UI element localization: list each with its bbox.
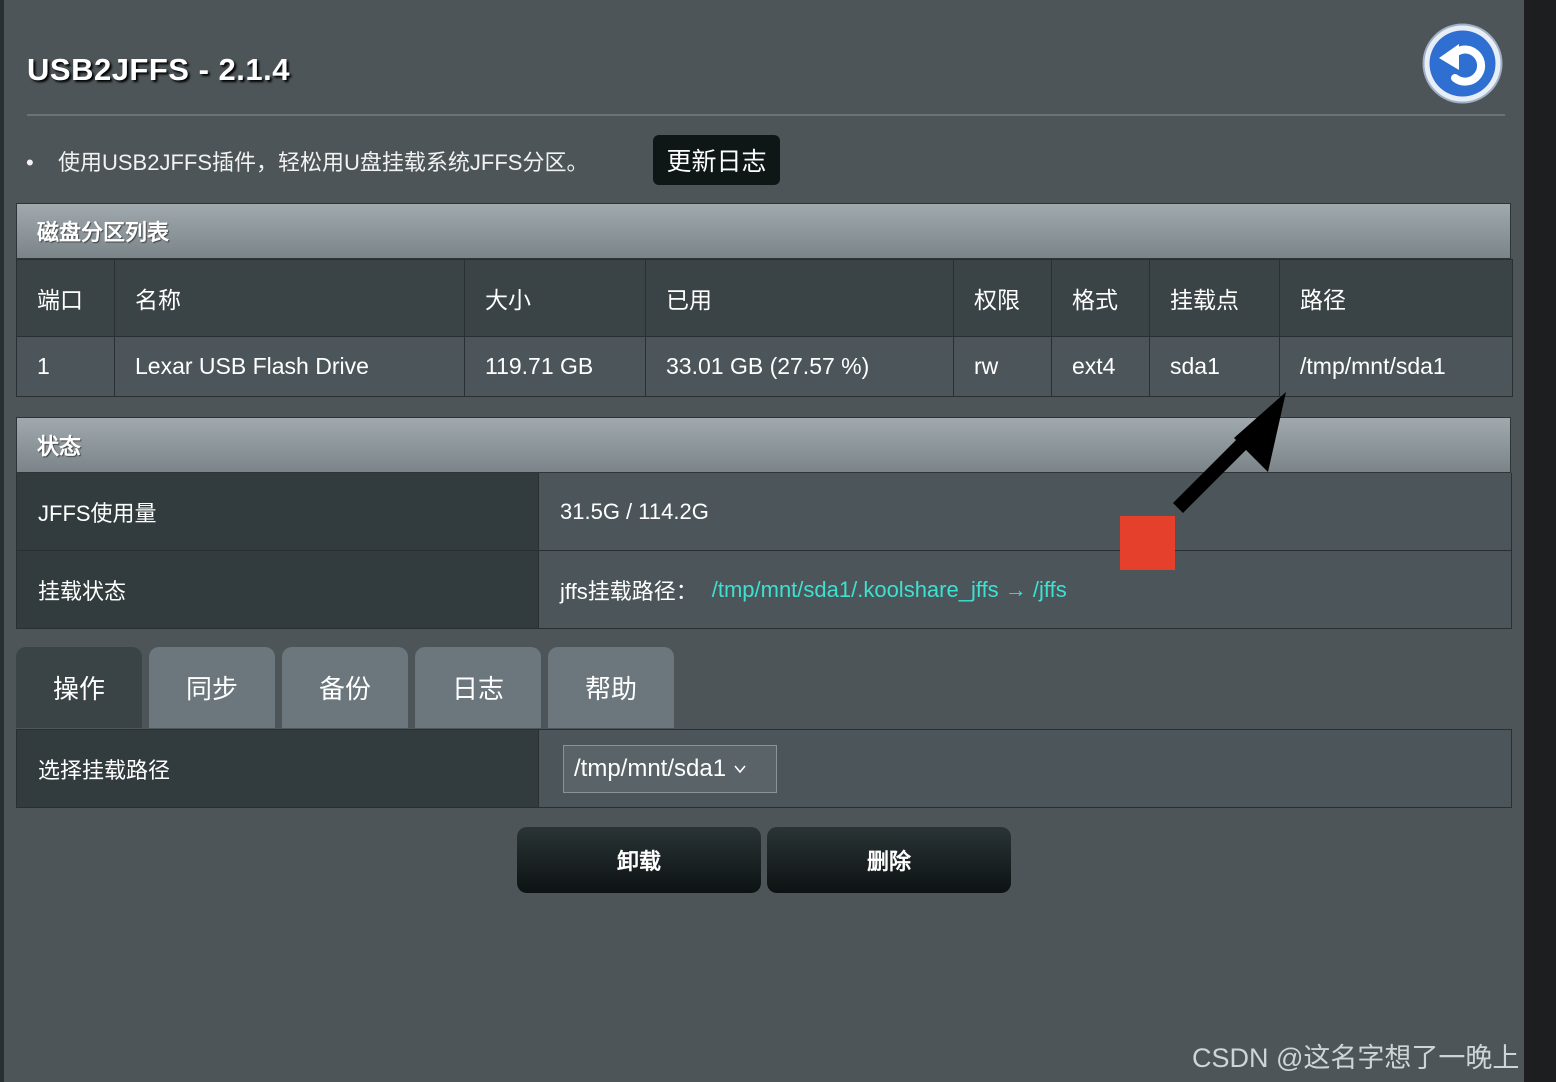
mount-path-select[interactable]: /tmp/mnt/sda1	[563, 744, 777, 793]
watermark: CSDN @这名字想了一晚上	[1192, 1043, 1520, 1073]
column-header-name: 名称	[114, 259, 465, 337]
column-header-path: 路径	[1279, 259, 1513, 337]
cell-used: 33.01 GB (27.57 %)	[645, 336, 954, 397]
disk-partition-table: 端口 名称 大小 已用 权限 格式 挂载点 路径 1 Lexar USB Fla…	[16, 259, 1513, 397]
mount-path-select-label: 选择挂载路径	[16, 730, 539, 807]
mount-status-label: 挂载状态	[16, 551, 539, 628]
column-header-mount-point: 挂载点	[1149, 259, 1280, 337]
mount-path-select-row: 选择挂载路径 /tmp/mnt/sda1	[16, 730, 1512, 808]
jffs-usage-value: 31.5G / 114.2G	[539, 473, 1512, 550]
annotation-red-square	[1120, 516, 1175, 570]
mount-path-select-cell: /tmp/mnt/sda1	[539, 730, 1512, 807]
mount-path-link[interactable]: /tmp/mnt/sda1/.koolshare_jffs → /jffs	[712, 577, 1067, 603]
left-border	[0, 0, 4, 1082]
cell-path: /tmp/mnt/sda1	[1279, 336, 1513, 397]
jffs-usage-label: JFFS使用量	[16, 473, 539, 550]
mount-path-prefix: jffs挂载路径：	[560, 578, 698, 604]
mount-status-value: jffs挂载路径： /tmp/mnt/sda1/.koolshare_jffs →…	[539, 551, 1512, 628]
right-scroll-area	[1524, 0, 1556, 1082]
unmount-button[interactable]: 卸载	[517, 827, 761, 893]
tab-operation[interactable]: 操作	[16, 647, 142, 728]
column-header-permission: 权限	[953, 259, 1052, 337]
cell-size: 119.71 GB	[464, 336, 646, 397]
annotation-arrow-icon	[1173, 392, 1286, 513]
disk-section-header: 磁盘分区列表	[16, 203, 1511, 259]
cell-format: ext4	[1051, 336, 1150, 397]
operation-panel: 选择挂载路径 /tmp/mnt/sda1	[16, 729, 1512, 808]
changelog-button[interactable]: 更新日志	[653, 135, 780, 185]
column-header-size: 大小	[464, 259, 646, 337]
tab-bar: 操作 同步 备份 日志 帮助	[16, 647, 674, 728]
mount-path-select-value: /tmp/mnt/sda1	[574, 754, 727, 782]
delete-button[interactable]: 删除	[767, 827, 1011, 893]
column-header-port: 端口	[16, 259, 115, 337]
title-divider	[27, 114, 1505, 116]
tab-help[interactable]: 帮助	[548, 647, 674, 728]
back-arrow-icon	[1422, 23, 1503, 104]
cell-permission: rw	[953, 336, 1052, 397]
tab-log[interactable]: 日志	[415, 647, 541, 728]
intro-text: 使用USB2JFFS插件，轻松用U盘挂载系统JFFS分区。	[58, 150, 589, 175]
table-header-row: 端口 名称 大小 已用 权限 格式 挂载点 路径	[16, 259, 1513, 337]
page-title: USB2JFFS - 2.1.4	[27, 52, 290, 87]
back-button[interactable]	[1421, 22, 1504, 105]
column-header-used: 已用	[645, 259, 954, 337]
intro-line: • 使用USB2JFFS插件，轻松用U盘挂载系统JFFS分区。	[26, 145, 588, 177]
chevron-down-icon	[734, 764, 746, 773]
cell-name: Lexar USB Flash Drive	[114, 336, 465, 397]
mount-status-row: 挂载状态 jffs挂载路径： /tmp/mnt/sda1/.koolshare_j…	[16, 551, 1512, 629]
intro-bullet: •	[26, 150, 34, 175]
tab-backup[interactable]: 备份	[282, 647, 408, 728]
column-header-format: 格式	[1051, 259, 1150, 337]
cell-port: 1	[16, 336, 115, 397]
tab-sync[interactable]: 同步	[149, 647, 275, 728]
